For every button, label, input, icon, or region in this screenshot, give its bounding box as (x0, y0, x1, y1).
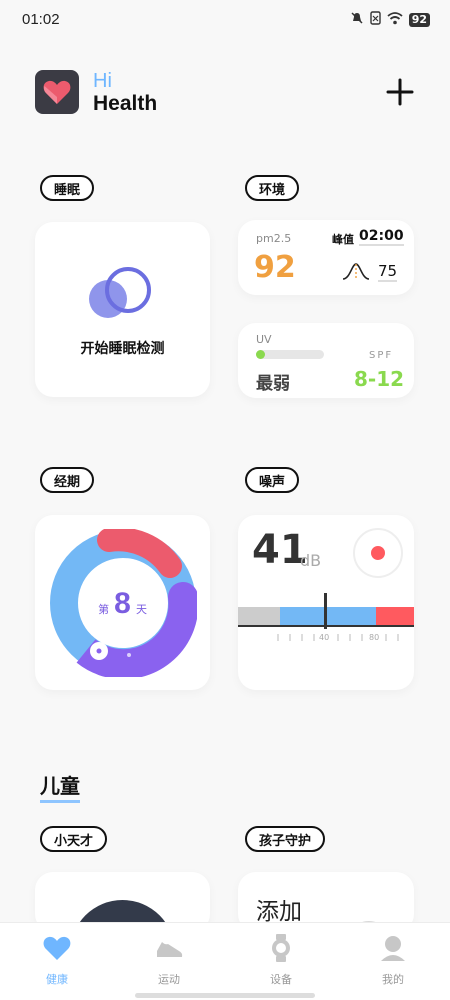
period-day-number: 8 (114, 587, 131, 620)
spf-value: 8-12 (354, 367, 405, 391)
noise-scale-label-80: 80 (369, 633, 380, 642)
uv-card[interactable]: UV 最弱 SPF 8-12 (238, 323, 414, 398)
status-time: 01:02 (22, 11, 60, 28)
brand-health: Health (93, 92, 158, 115)
uv-level-fill (256, 350, 265, 359)
plus-icon (386, 78, 414, 106)
spf-label: SPF (369, 350, 394, 361)
noise-card[interactable]: 41 dB 40 80 (238, 515, 414, 690)
tag-child-guard[interactable]: 孩子守护 (245, 826, 326, 852)
tab-devices[interactable]: 设备 (236, 933, 326, 987)
period-day: 第 8 天 (35, 587, 210, 621)
peak-curve-icon (342, 263, 370, 280)
tag-period[interactable]: 经期 (40, 467, 95, 493)
peak-label: 峰值 (332, 233, 354, 246)
sleep-rings-icon (89, 267, 151, 318)
tab-health[interactable]: 健康 (12, 933, 102, 987)
add-child-label: 添加 (256, 899, 302, 925)
battery-indicator: 92 (408, 12, 430, 27)
wifi-icon (387, 11, 403, 28)
children-section-title: 儿童 (40, 770, 80, 803)
mute-icon (350, 11, 364, 28)
tab-me[interactable]: 我的 (348, 933, 438, 987)
tag-genius[interactable]: 小天才 (40, 826, 108, 852)
tag-noise[interactable]: 噪声 (245, 467, 300, 493)
sleep-card[interactable]: 开始睡眠检测 (35, 222, 210, 397)
start-sleep-label: 开始睡眠检测 (80, 341, 165, 357)
app-logo (35, 70, 79, 114)
home-indicator (135, 993, 315, 998)
pm-label: pm2.5 (256, 232, 292, 245)
watch-icon (272, 934, 290, 962)
peak-time: 02:00 (359, 228, 404, 246)
pm-card[interactable]: pm2.5 92 峰值 02:00 75 (238, 220, 414, 295)
tag-environment[interactable]: 环境 (245, 175, 300, 201)
period-day-suffix: 天 (135, 603, 147, 616)
uv-label: UV (256, 333, 272, 346)
tab-me-label: 我的 (382, 973, 404, 986)
uv-level: 最弱 (256, 374, 290, 394)
tab-exercise[interactable]: 运动 (124, 933, 214, 987)
pm-value: 92 (254, 250, 296, 285)
status-bar: 01:02 92 (0, 0, 450, 40)
tab-health-label: 健康 (46, 973, 68, 986)
noise-unit: dB (300, 551, 322, 570)
status-icons: 92 (350, 11, 430, 28)
tab-devices-label: 设备 (270, 973, 292, 986)
shoe-icon (157, 942, 183, 957)
tag-sleep[interactable]: 睡眠 (40, 175, 95, 201)
peak-value: 75 (378, 262, 398, 282)
add-button[interactable] (382, 74, 418, 110)
brand-hi: Hi (93, 70, 112, 92)
noise-scale-label-40: 40 (319, 633, 330, 642)
record-button[interactable] (353, 528, 403, 578)
heart-logo-icon (43, 80, 71, 104)
uv-level-bar (256, 350, 324, 359)
heart-icon (43, 936, 71, 960)
person-icon (381, 936, 405, 961)
period-day-prefix: 第 (98, 603, 110, 616)
bottom-tab-bar: 健康 运动 设备 我的 (0, 922, 450, 1000)
noise-pointer (324, 593, 327, 629)
no-sim-icon (369, 11, 381, 28)
period-card[interactable]: 第 8 天 (35, 515, 210, 690)
tab-exercise-label: 运动 (158, 973, 180, 986)
record-dot-icon (371, 546, 385, 560)
